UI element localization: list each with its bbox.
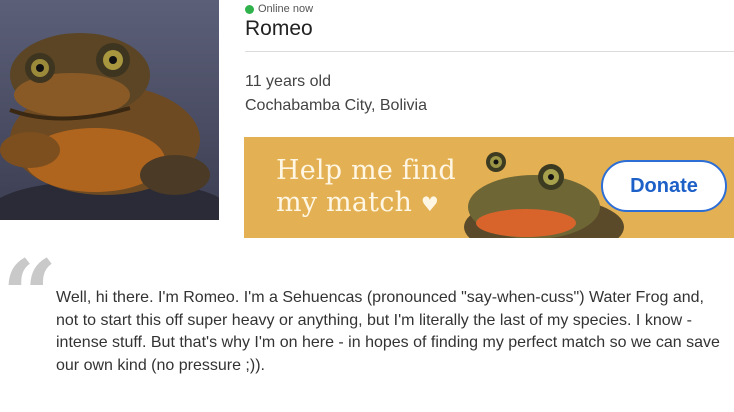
online-dot-icon [245, 4, 254, 14]
banner-headline: Help me find my match ♥ [276, 155, 456, 220]
profile-age: 11 years old [245, 73, 331, 90]
frog-photo-illustration [0, 33, 219, 220]
donate-button[interactable]: Donate [601, 160, 727, 212]
profile-name: Romeo [245, 17, 313, 40]
bio-text: Well, hi there. I'm Romeo. I'm a Sehuenc… [56, 289, 720, 374]
donation-banner[interactable]: Help me find my match ♥ Donate [244, 137, 734, 238]
online-status-label: Online now [258, 3, 314, 15]
online-status: Online now [245, 3, 313, 15]
heart-icon: ♥ [420, 192, 440, 216]
quote-icon: “ [2, 239, 58, 352]
banner-headline-line2: my match [276, 187, 413, 218]
divider [245, 51, 734, 52]
banner-headline-line2-wrap: my match ♥ [276, 187, 456, 220]
profile-location: Cochabamba City, Bolivia [245, 97, 428, 114]
profile-photo [0, 0, 219, 220]
banner-headline-line1: Help me find [276, 155, 456, 186]
